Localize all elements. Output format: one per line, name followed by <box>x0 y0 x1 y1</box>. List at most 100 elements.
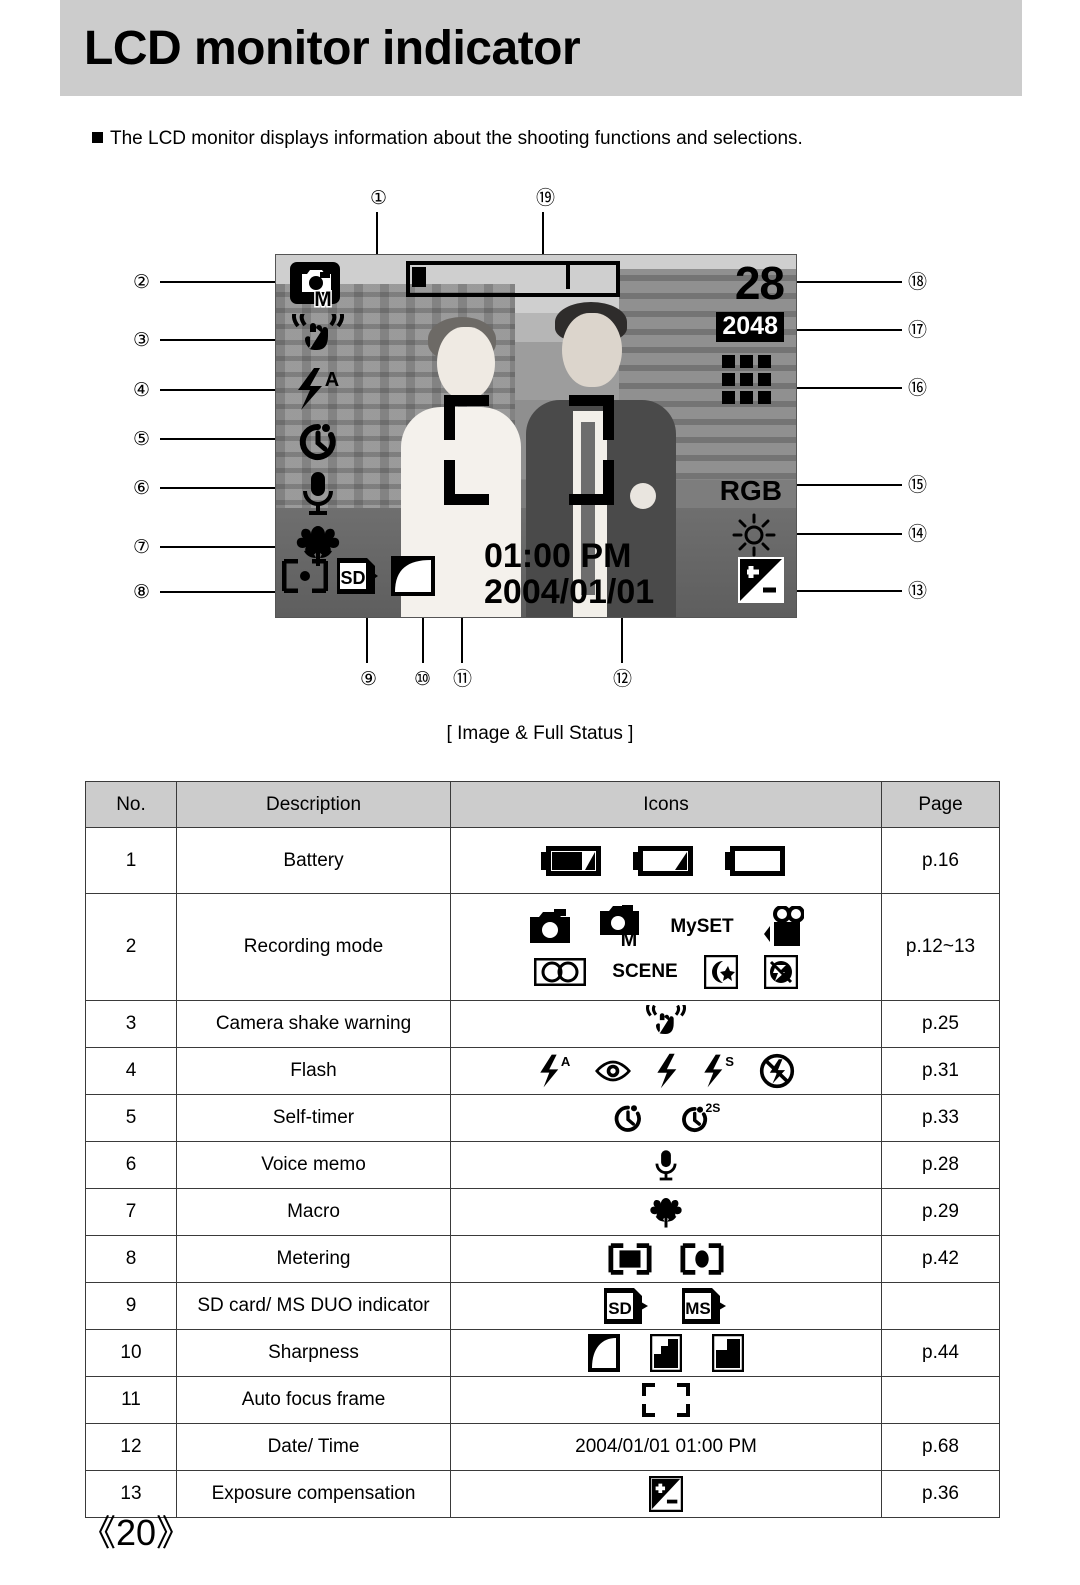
header-page: Page <box>881 781 1000 828</box>
callout-15: ⑮ <box>908 475 928 496</box>
leader-6 <box>160 487 276 489</box>
indicator-table: No. Description Icons Page 1 Battery p.1… <box>85 781 1000 1518</box>
row-description: Sharpness <box>176 1329 451 1377</box>
svg-text:SD: SD <box>608 1299 632 1318</box>
row-no: 6 <box>85 1141 177 1189</box>
voice-memo-icon <box>282 467 354 519</box>
leader-2 <box>160 281 276 283</box>
leader-19 <box>542 212 544 255</box>
auto-focus-frame-icon <box>641 1382 691 1418</box>
row-datetime-text: 2004/01/01 01:00 PM <box>450 1423 882 1471</box>
image-quality-icon <box>722 355 782 409</box>
self-timer-10s-icon <box>610 1099 646 1137</box>
table-row: 1 Battery p.16 <box>85 827 1000 894</box>
callout-19: ⑲ <box>536 188 556 209</box>
svg-text:MS: MS <box>685 1299 711 1318</box>
row-icons <box>450 1329 882 1377</box>
leader-9 <box>366 617 368 663</box>
sharpness-icon <box>390 555 436 597</box>
row-page: p.42 <box>881 1235 1000 1283</box>
row-page: p.29 <box>881 1188 1000 1236</box>
row-description: Metering <box>176 1235 451 1283</box>
header-no: No. <box>85 781 177 828</box>
intro-text: The LCD monitor displays information abo… <box>110 128 803 149</box>
row-page <box>881 1282 1000 1330</box>
table-row: 11 Auto focus frame <box>85 1376 1000 1424</box>
row-icons <box>450 1188 882 1236</box>
row-page: p.12~13 <box>881 893 1000 1001</box>
leader-8 <box>160 591 276 593</box>
leader-3 <box>160 339 276 341</box>
table-row: 13 Exposure compensation p.36 <box>85 1470 1000 1518</box>
figure-caption: [ Image & Full Status ] <box>446 723 634 744</box>
row-page: p.25 <box>881 1000 1000 1048</box>
callout-11: ⑪ <box>453 669 473 690</box>
flash-off-icon <box>759 1053 795 1089</box>
metering-spot-icon <box>680 1242 724 1276</box>
table-row: 5 Self-timer 2S p.33 <box>85 1094 1000 1142</box>
row-no: 7 <box>85 1188 177 1236</box>
svg-text:A: A <box>561 1054 571 1069</box>
row-no: 10 <box>85 1329 177 1377</box>
battery-full-icon <box>541 845 607 876</box>
myset-label: MySET <box>670 916 734 937</box>
row-description: SD card/ MS DUO indicator <box>176 1282 451 1330</box>
intro-paragraph: The LCD monitor displays information abo… <box>92 127 803 151</box>
row-no: 1 <box>85 827 177 894</box>
lcd-bottom-left-icons: SD <box>282 555 436 597</box>
sharpness-vivid-icon <box>712 1334 744 1372</box>
row-description: Voice memo <box>176 1141 451 1189</box>
table-row: 9 SD card/ MS DUO indicator SD MS <box>85 1282 1000 1330</box>
no-flash-scene-icon <box>763 955 798 989</box>
battery-empty-icon <box>725 845 791 876</box>
slow-sync-icon: S <box>701 1052 737 1090</box>
resolution-indicator: 2048 <box>716 312 784 342</box>
header-icons: Icons <box>450 781 882 828</box>
row-no: 3 <box>85 1000 177 1048</box>
svg-text:2S: 2S <box>705 1101 720 1115</box>
frames-remaining-counter: 28 <box>734 257 785 309</box>
recording-mode-icon: M <box>282 259 354 311</box>
sharpness-soft-icon <box>588 1334 620 1372</box>
row-icons <box>450 1141 882 1189</box>
row-description: Date/ Time <box>176 1423 451 1471</box>
row-icons <box>450 827 882 894</box>
self-timer-icon <box>282 415 354 467</box>
table-row: 6 Voice memo p.28 <box>85 1141 1000 1189</box>
row-no: 13 <box>85 1470 177 1518</box>
zoom-bar-indicator <box>406 261 620 297</box>
table-row: 4 Flash A S p.31 <box>85 1047 1000 1095</box>
callout-7: ⑦ <box>133 537 151 558</box>
leader-16 <box>796 387 902 389</box>
row-icons <box>450 1470 882 1518</box>
exposure-compensation-icon <box>738 557 784 603</box>
table-row: 2 Recording mode M MySET SCENE p.12~13 <box>85 893 1000 1001</box>
row-icons: M MySET SCENE <box>450 893 882 1001</box>
row-page: p.28 <box>881 1141 1000 1189</box>
row-page: p.33 <box>881 1094 1000 1142</box>
callout-16: ⑯ <box>908 378 928 399</box>
callout-17: ⑰ <box>908 320 928 341</box>
camera-manual-icon: M <box>598 905 644 949</box>
row-icons: 2S <box>450 1094 882 1142</box>
row-icons <box>450 1235 882 1283</box>
row-no: 9 <box>85 1282 177 1330</box>
row-icons: A S <box>450 1047 882 1095</box>
red-eye-icon <box>595 1057 631 1085</box>
page-title: LCD monitor indicator <box>84 22 581 75</box>
macro-flower-icon <box>649 1194 683 1230</box>
page-number: 《20》 <box>80 1512 193 1553</box>
row-no: 5 <box>85 1094 177 1142</box>
fill-flash-icon <box>653 1052 679 1090</box>
table-row: 8 Metering p.42 <box>85 1235 1000 1283</box>
row-page: p.44 <box>881 1329 1000 1377</box>
leader-4 <box>160 389 276 391</box>
camera-shake-icon <box>646 1005 686 1043</box>
ms-duo-icon: MS <box>681 1287 729 1325</box>
sharpness-normal-icon <box>650 1334 682 1372</box>
row-icons: SD MS <box>450 1282 882 1330</box>
metering-spot-icon <box>282 559 328 593</box>
callout-8: ⑧ <box>133 582 151 603</box>
svg-text:S: S <box>725 1054 734 1069</box>
row-no: 2 <box>85 893 177 1001</box>
